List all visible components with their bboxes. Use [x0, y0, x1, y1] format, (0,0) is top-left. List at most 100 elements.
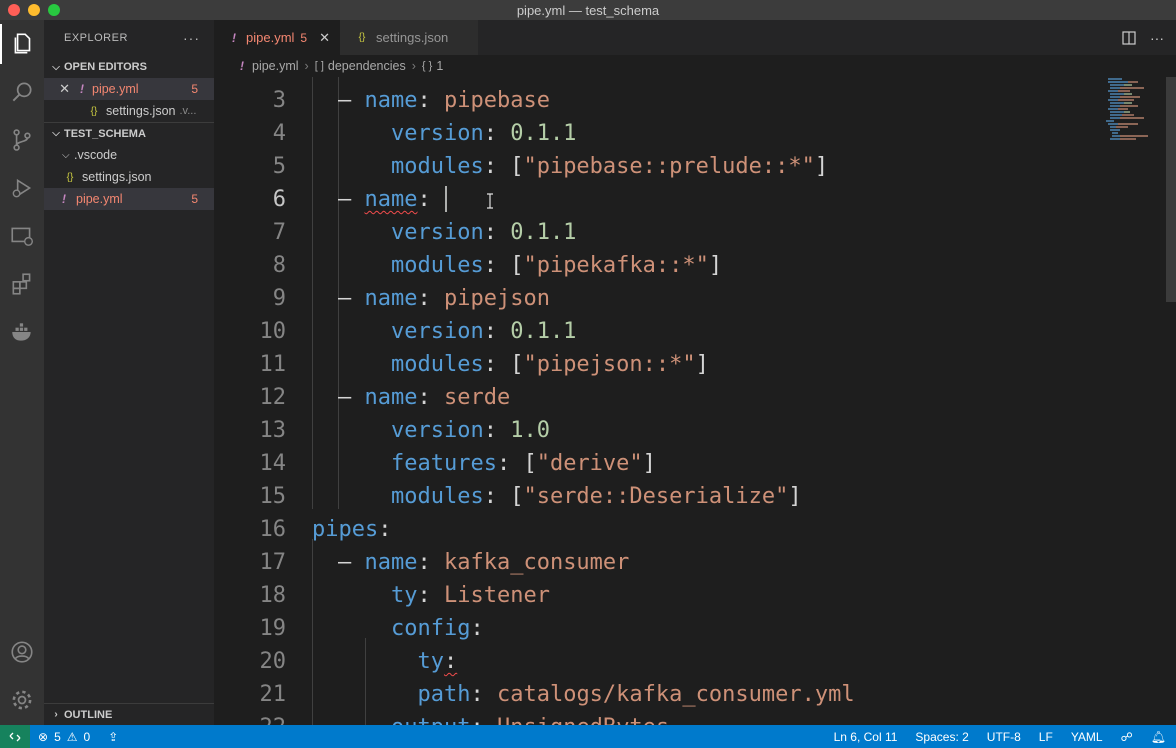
code-token: ] [708, 253, 723, 278]
feedback-icon[interactable]: ☍ [1121, 730, 1133, 744]
code-line[interactable]: 7 version: 0.1.1 [214, 216, 1104, 249]
code-line[interactable]: 6 – name: [214, 183, 1104, 216]
tree-item-vscode-folder[interactable]: ⌵ .vscode [44, 144, 214, 166]
line-content: version: 1.0 [338, 418, 550, 443]
code-line[interactable]: 5 modules: ["pipebase::prelude::*"] [214, 150, 1104, 183]
code-line[interactable]: 21 path: catalogs/kafka_consumer.yml [214, 678, 1104, 711]
code-token: ] [814, 154, 829, 179]
code-line[interactable]: 10 version: 0.1.1 [214, 315, 1104, 348]
source-control-activity[interactable] [0, 120, 44, 160]
code-line[interactable]: 11 modules: ["pipejson::*"] [214, 348, 1104, 381]
close-icon[interactable]: ✕ [44, 81, 76, 97]
manage-activity[interactable] [0, 680, 44, 720]
line-content: – name: serde [338, 385, 510, 410]
accounts-activity[interactable] [0, 632, 44, 672]
tree-item-label: .vscode [74, 148, 118, 162]
docker-activity[interactable] [0, 312, 44, 352]
chevron-down-icon: ⌵ [52, 61, 60, 73]
code-line[interactable]: 22 output: UnsignedBytes [214, 711, 1104, 725]
yaml-file-icon: ! [240, 59, 244, 73]
code-line[interactable]: 17 – name: kafka_consumer [214, 546, 1104, 579]
scrollbar-thumb[interactable] [1166, 77, 1176, 302]
notifications-icon[interactable]: 🔔︎ [1151, 730, 1166, 744]
breadcrumb-dependencies[interactable]: dependencies [328, 59, 406, 73]
remote-indicator[interactable] [0, 725, 30, 748]
open-editor-item-pipe[interactable]: ✕ ! pipe.yml 5 [44, 78, 214, 100]
tree-item-pipe-yml[interactable]: ! pipe.yml 5 [44, 188, 214, 210]
maximize-window-button[interactable] [48, 4, 60, 16]
line-content: – name: pipejson [338, 286, 550, 311]
remote-explorer-activity[interactable] [0, 216, 44, 256]
code-token: ] [642, 451, 656, 476]
tab-settings-json[interactable]: {} settings.json [340, 20, 479, 55]
code-token: – [338, 385, 365, 410]
indentation[interactable]: Spaces: 2 [915, 730, 968, 744]
more-actions-icon[interactable]: ··· [1150, 30, 1164, 46]
code-token: : [483, 121, 511, 146]
tab-label: pipe.yml [246, 30, 295, 45]
code-line[interactable]: 20 ty: [214, 645, 1104, 678]
open-editors-section[interactable]: ⌵ OPEN EDITORS [44, 56, 214, 78]
line-content: version: 0.1.1 [338, 319, 576, 344]
run-debug-activity[interactable] [0, 168, 44, 208]
breadcrumb-item[interactable]: 1 [436, 59, 443, 73]
encoding[interactable]: UTF-8 [987, 730, 1021, 744]
problems-indicator[interactable]: ⊗ 5 ⚠ 0 ⇪ [30, 730, 118, 744]
outline-section[interactable]: › OUTLINE [44, 703, 214, 725]
tree-item-settings-json[interactable]: {} settings.json [44, 166, 214, 188]
line-number: 4 [272, 121, 286, 146]
tab-pipe-yml[interactable]: ! pipe.yml 5 ✕ [214, 20, 341, 55]
split-editor-icon[interactable] [1122, 30, 1136, 45]
language-mode[interactable]: YAML [1071, 730, 1103, 744]
code-editor[interactable]: 3– name: pipebase 4 version: 0.1.1 5 modul… [214, 77, 1104, 725]
code-line[interactable]: 19 config: [214, 612, 1104, 645]
minimize-window-button[interactable] [28, 4, 40, 16]
close-window-button[interactable] [8, 4, 20, 16]
code-token: : [ [483, 484, 524, 509]
tree-item-label: settings.json [82, 170, 152, 184]
code-token: ty [390, 583, 418, 608]
code-line[interactable]: 8 modules: ["pipekafka::*"] [214, 249, 1104, 282]
extensions-activity[interactable] [0, 264, 44, 304]
minimap[interactable] [1104, 77, 1166, 725]
end-of-line[interactable]: LF [1039, 730, 1053, 744]
cursor-position[interactable]: Ln 6, Col 11 [834, 730, 898, 744]
code-token: : [417, 583, 444, 608]
editor-tabs: ! pipe.yml 5 ✕ {} settings.json ··· [214, 20, 1176, 55]
more-actions-icon[interactable]: ··· [183, 30, 200, 46]
code-token: : [ [483, 352, 524, 377]
breadcrumb-file[interactable]: pipe.yml [252, 59, 299, 73]
code-line[interactable]: 3 – name: pipebase [214, 84, 1104, 117]
search-activity[interactable] [0, 72, 44, 112]
code-line[interactable]: 13 version: 1.0 [214, 414, 1104, 447]
code-line[interactable]: 9 – name: pipejson [214, 282, 1104, 315]
files-icon [14, 33, 31, 54]
error-icon: ⊗ [38, 729, 49, 744]
code-line[interactable]: 14 features: ["derive"] [214, 447, 1104, 480]
close-icon[interactable]: ✕ [319, 30, 330, 46]
explorer-activity[interactable] [0, 24, 44, 64]
line-number: 3 [272, 88, 286, 113]
code-line[interactable]: 16 pipes: [214, 513, 1104, 546]
status-bar-right: Ln 6, Col 11 Spaces: 2 UTF-8 LF YAML ☍ 🔔… [834, 730, 1166, 744]
code-token: : [443, 649, 458, 674]
code-line[interactable]: 12 – name: serde [214, 381, 1104, 414]
code-token: : [470, 682, 497, 707]
line-number: 7 [272, 220, 286, 245]
line-number: 6 [272, 187, 286, 212]
open-editor-item-settings[interactable]: {} settings.json .v... [44, 100, 214, 122]
code-line[interactable]: 4 version: 0.1.1 [214, 117, 1104, 150]
code-token: features [390, 451, 497, 476]
code-line[interactable]: 18 ty: Listener [214, 579, 1104, 612]
line-number: 19 [259, 616, 287, 641]
line-content: path: catalogs/kafka_consumer.yml [338, 682, 854, 707]
code-token: pipejson [443, 286, 550, 311]
line-content: output: UnsignedBytes [338, 715, 669, 725]
code-token: "pipejson::*" [523, 352, 696, 377]
workspace-section[interactable]: ⌵ TEST_SCHEMA [44, 122, 214, 144]
source-control-icon [13, 129, 31, 151]
live-share-icon[interactable]: ⇪ [108, 730, 118, 744]
code-line[interactable]: 15 modules: ["serde::Deserialize"] [214, 480, 1104, 513]
